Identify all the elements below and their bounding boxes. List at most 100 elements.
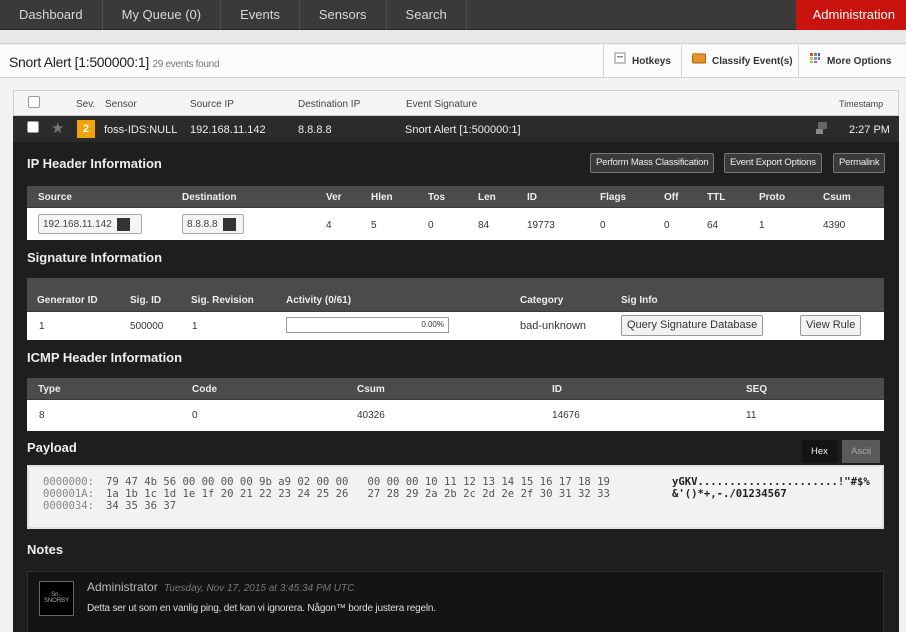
sig-category: bad-unknown [520,320,587,332]
col-timestamp: Timestamp [839,99,884,109]
payload-title: Payload [27,440,77,455]
nav-tab-dashboard[interactable]: Dashboard [0,0,103,30]
ip-csum: 4390 [823,220,846,231]
ip-col-ver: Ver [326,192,342,203]
more-options-label: More Options [827,56,892,68]
col-sensor: Sensor [105,99,137,110]
signature-row: 1 500000 1 0.00% bad-unknown Query Signa… [27,312,884,340]
mass-classification-button[interactable]: Perform Mass Classification [590,153,715,173]
ip-col-source: Source [38,192,72,203]
hex-tab[interactable]: Hex [802,440,837,463]
ip-col-id: ID [527,192,537,203]
select-all-checkbox[interactable] [28,96,40,108]
ip-proto: 1 [759,220,765,231]
signature-title: Signature Information [27,250,163,265]
icmp-id: 14676 [552,410,580,421]
nav-tab-my-queue[interactable]: My Queue (0) [103,0,222,30]
ip-col-proto: Proto [759,192,786,203]
ip-off: 0 [664,220,670,231]
permalink-button[interactable]: Permalink [833,153,886,173]
sig-revision: 1 [192,321,198,332]
event-list-header: Sev. Sensor Source IP Destination IP Eve… [13,90,899,116]
view-rule-button[interactable]: View Rule [800,315,862,336]
sensor-icon [815,121,829,138]
sig-col-sig-id: Sig. ID [130,295,162,306]
event-export-button[interactable]: Event Export Options [724,153,822,173]
ip-header-title: IP Header Information [27,156,162,171]
avatar: Sn.. SNORBY [39,581,74,616]
event-row[interactable]: ★ 2 foss-IDS:NULL 192.168.11.142 8.8.8.8… [13,116,899,142]
icmp-row: 8 0 40326 14676 11 [27,400,884,431]
nav-tab-search[interactable]: Search [387,0,467,30]
source-ip-tag[interactable]: 192.168.11.142 [38,214,142,234]
ip-ver: 4 [326,220,332,231]
destination-ip-tag[interactable]: 8.8.8.8 [182,214,244,234]
icmp-table: Type Code Csum ID SEQ 8 0 40326 14676 11 [27,378,884,431]
ip-col-tos: Tos [428,192,446,203]
ip-len: 84 [478,220,490,231]
source-ip-menu-icon[interactable] [116,217,130,231]
signature-table: Generator ID Sig. ID Sig. Revision Activ… [27,278,884,340]
classify-events-button[interactable]: Classify Event(s) [681,45,798,78]
sig-id: 500000 [130,321,164,332]
event-time: 2:27 PM [849,124,890,136]
payload-ascii: yGKV......................!"#$%&'()*+,-.… [672,476,870,500]
ip-col-off: Off [664,192,679,203]
payload-offsets: 0000000: 000001A: 0000034: [43,476,95,512]
col-signature: Event Signature [406,99,478,110]
sig-generator-id: 1 [39,321,45,332]
folder-icon [692,45,706,78]
payload-box: 0000000: 000001A: 0000034: 79 47 4b 56 0… [27,465,884,529]
icmp-csum: 40326 [357,410,385,421]
ip-col-len: Len [478,192,496,203]
classify-label: Classify Event(s) [712,56,793,68]
hotkeys-button[interactable]: Hotkeys [603,45,681,78]
ip-col-flags: Flags [600,192,627,203]
severity-badge: 2 [77,120,95,138]
col-source-ip: Source IP [190,99,234,110]
sig-col-revision: Sig. Revision [191,295,254,306]
icmp-col-seq: SEQ [746,384,768,395]
page-header: Snort Alert [1:500000:1] 29 events found… [0,45,906,78]
ip-id: 19773 [527,220,555,231]
event-panel: Sev. Sensor Source IP Destination IP Eve… [13,90,899,632]
page-title: Snort Alert [1:500000:1] 29 events found [9,54,219,70]
nav-tab-sensors[interactable]: Sensors [300,0,387,30]
ip-flags: 0 [600,220,606,231]
sub-bar [0,30,906,44]
note-text: Detta ser ut som en vanlig ping, det kan… [87,603,436,614]
note-author: Administrator [87,580,158,594]
icmp-seq: 11 [746,410,757,421]
ip-header-table-head: Source Destination Ver Hlen Tos Len ID F… [27,186,884,208]
more-options-button[interactable]: More Options [798,45,906,78]
top-nav: Dashboard My Queue (0) Events Sensors Se… [0,0,906,30]
sig-col-generator: Generator ID [37,295,98,306]
ip-ttl: 64 [707,220,719,231]
destination-ip-menu-icon[interactable] [222,217,236,231]
payload-hex: 79 47 4b 56 00 00 00 00 9b a9 02 00 00 0… [106,476,610,512]
event-signature: Snort Alert [1:500000:1] [405,124,521,136]
ip-hlen: 5 [371,220,377,231]
icmp-col-code: Code [192,384,217,395]
col-destination-ip: Destination IP [298,99,361,110]
query-signature-button[interactable]: Query Signature Database [621,315,764,336]
activity-percent: 0.00% [421,320,444,329]
icmp-table-head: Type Code Csum ID SEQ [27,378,884,400]
note-header: Administrator Tuesday, Nov 17, 2015 at 3… [87,580,354,594]
ip-col-hlen: Hlen [371,192,393,203]
icmp-col-type: Type [38,384,61,395]
nav-tab-administration[interactable]: Administration [795,0,906,30]
col-sev: Sev. [76,99,96,110]
hotkeys-label: Hotkeys [632,56,671,68]
star-icon[interactable]: ★ [51,119,64,137]
event-checkbox[interactable] [27,121,39,133]
signature-table-head: Generator ID Sig. ID Sig. Revision Activ… [27,278,884,312]
grid-icon [809,45,821,78]
ascii-tab[interactable]: Ascii [842,440,881,463]
ip-col-csum: Csum [823,192,851,203]
icmp-col-id: ID [552,384,562,395]
event-sensor: foss-IDS:NULL [104,124,178,136]
icmp-code: 0 [192,410,198,421]
nav-tab-events[interactable]: Events [221,0,300,30]
keyboard-icon [614,45,626,78]
